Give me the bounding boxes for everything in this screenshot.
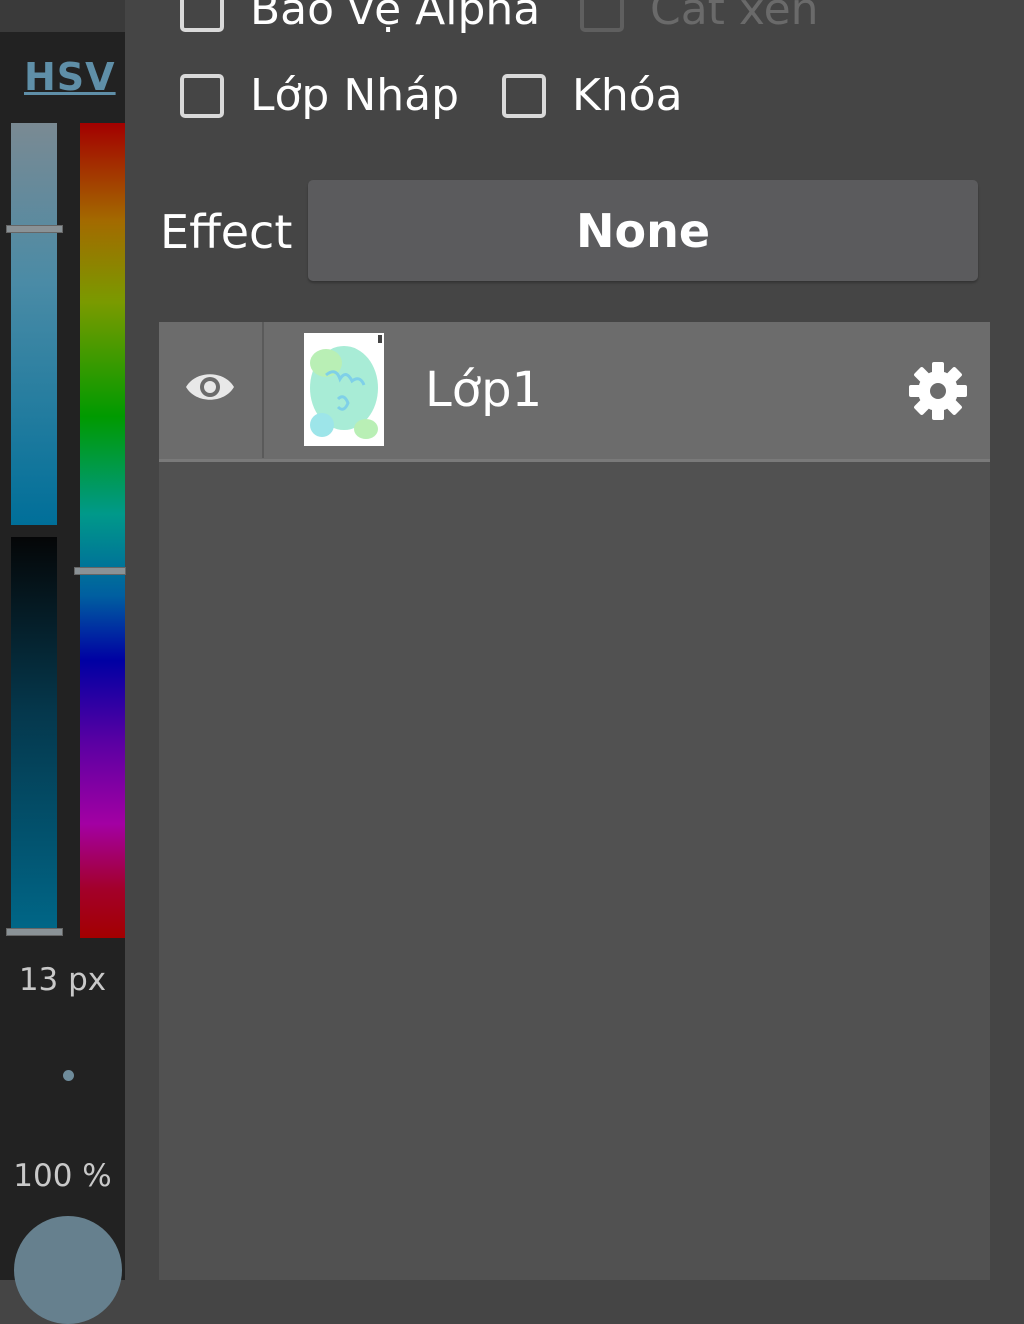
protect-alpha-label: Bảo vệ Alpha — [250, 0, 541, 35]
protect-alpha-option[interactable]: Bảo vệ Alpha — [180, 0, 540, 35]
protect-alpha-checkbox[interactable] — [180, 0, 224, 32]
sidebar-top-strip — [0, 0, 125, 32]
color-sidebar: HSV 13 px 100 % — [0, 0, 126, 1324]
brush-size-preview — [63, 1070, 74, 1081]
hue-slider-handle[interactable] — [74, 567, 126, 575]
draft-layer-option[interactable]: Lớp Nháp — [180, 70, 459, 121]
gear-icon[interactable] — [907, 360, 969, 422]
effect-label: Effect — [160, 205, 293, 259]
saturation-slider-handle[interactable] — [6, 225, 63, 233]
clipping-checkbox[interactable] — [580, 0, 624, 32]
draft-layer-checkbox[interactable] — [180, 73, 224, 118]
effect-select-button[interactable]: None — [308, 180, 978, 281]
lock-label: Khóa — [572, 70, 683, 121]
draft-layer-label: Lớp Nháp — [250, 70, 460, 121]
clipping-option[interactable]: Cắt xén — [580, 0, 819, 35]
hue-slider[interactable] — [80, 123, 125, 938]
eye-icon[interactable] — [184, 367, 236, 407]
layer-name[interactable]: Lớp1 — [425, 362, 542, 418]
color-mode-toggle[interactable]: HSV — [24, 55, 116, 99]
brush-size-label[interactable]: 13 px — [0, 962, 125, 998]
layer-list: Lớp1 — [159, 322, 990, 1280]
layer-row[interactable]: Lớp1 — [159, 322, 990, 462]
value-slider[interactable] — [11, 537, 57, 932]
layer-thumbnail[interactable] — [304, 333, 384, 446]
opacity-label[interactable]: 100 % — [0, 1158, 125, 1194]
clipping-label: Cắt xén — [650, 0, 819, 35]
current-color-swatch[interactable] — [14, 1216, 122, 1324]
lock-checkbox[interactable] — [502, 73, 546, 118]
saturation-slider[interactable] — [11, 123, 57, 525]
layer-row-divider — [262, 322, 264, 458]
value-slider-handle[interactable] — [6, 928, 63, 936]
lock-option[interactable]: Khóa — [502, 70, 683, 121]
